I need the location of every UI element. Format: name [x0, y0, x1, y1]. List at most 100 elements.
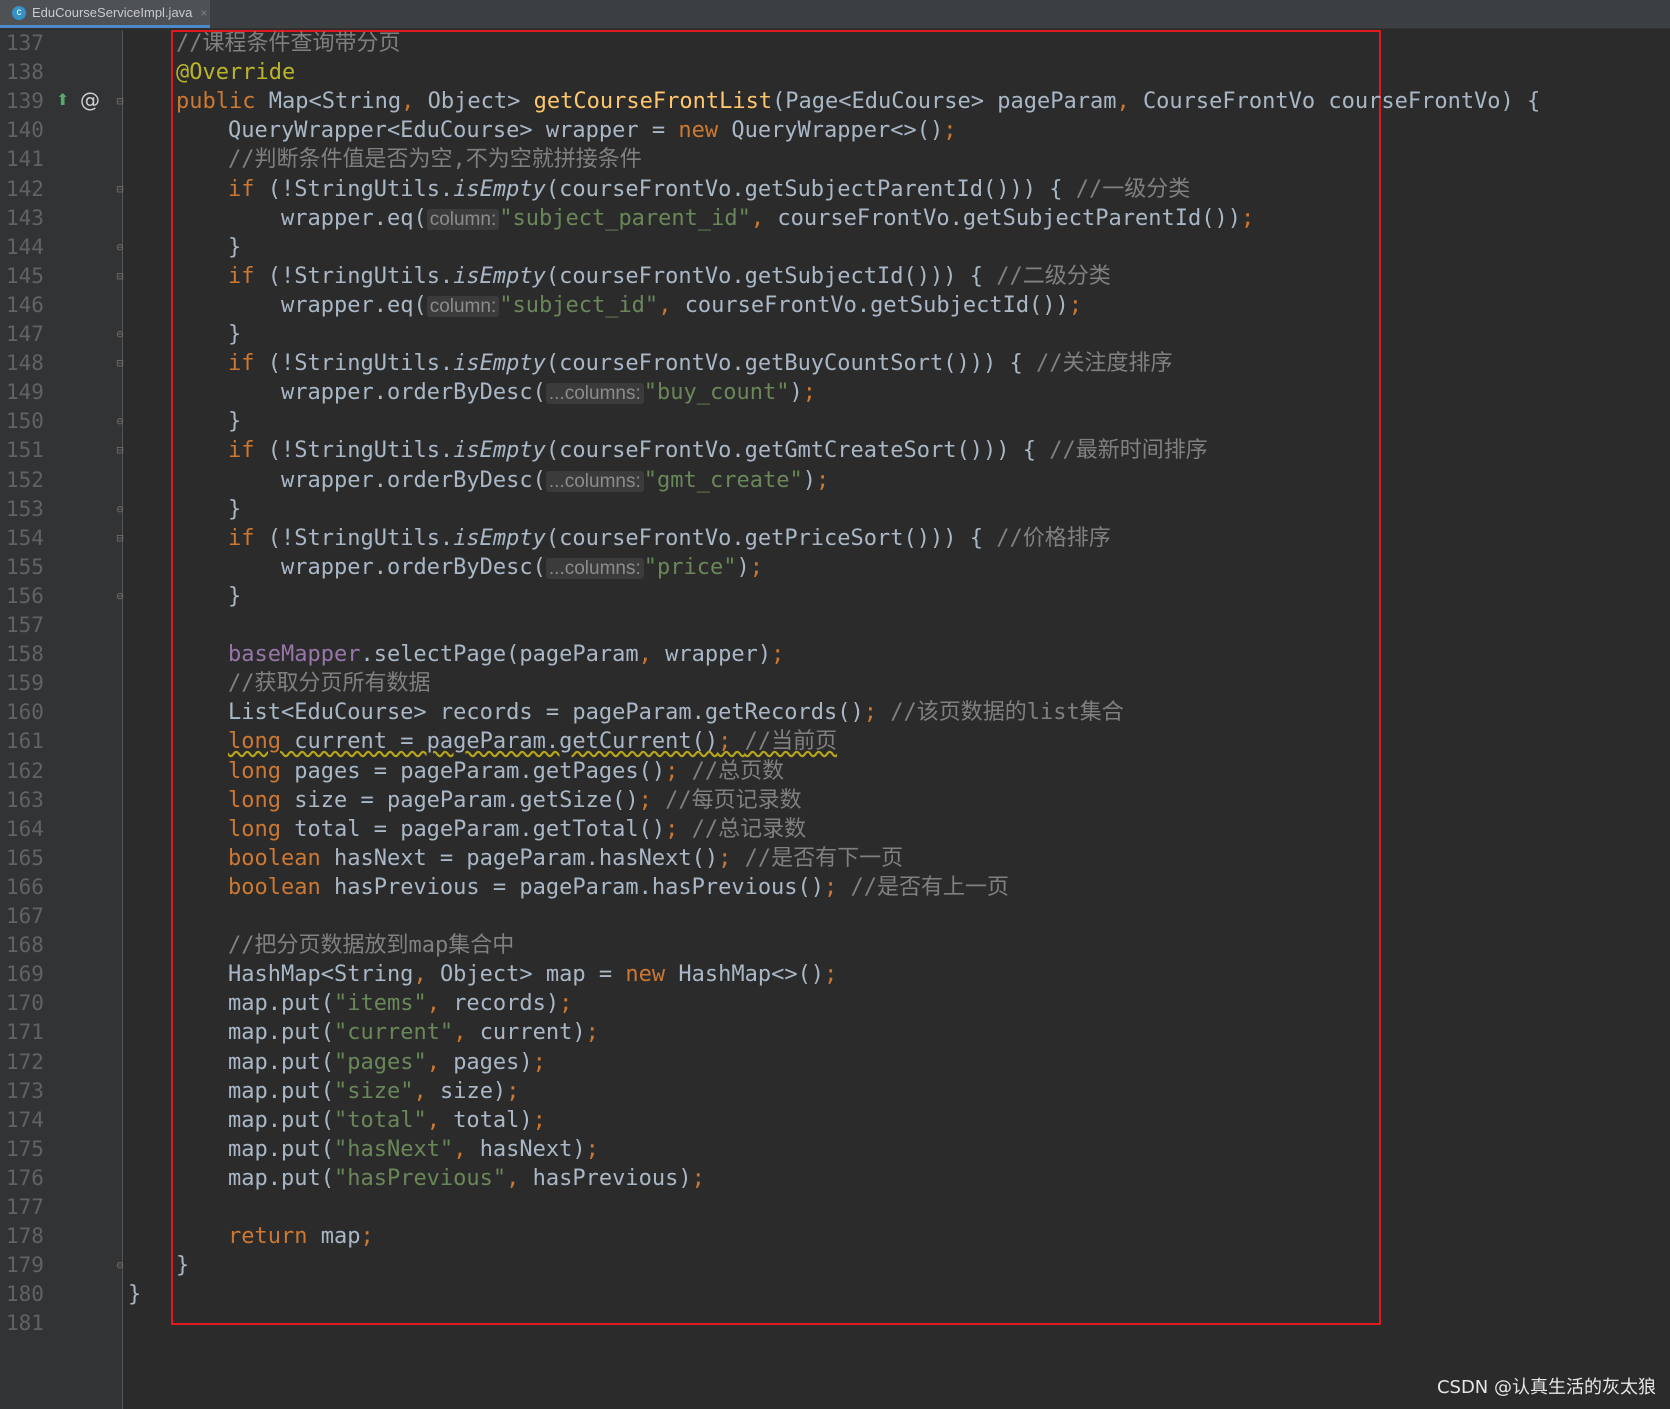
fold-close-icon[interactable]: ⊖	[113, 502, 127, 516]
code-token: long	[228, 787, 295, 813]
code-line[interactable]: QueryWrapper<EduCourse> wrapper = new Qu…	[228, 115, 957, 146]
code-token: HashMap<String	[228, 962, 414, 988]
code-line[interactable]: long total = pageParam.getTotal(); //总记录…	[228, 814, 806, 845]
code-token: courseFrontVo.getSubjectId())	[684, 292, 1069, 318]
line-number: 171	[6, 1020, 44, 1045]
code-token: (courseFrontVo.getSubjectId())) {	[545, 263, 997, 289]
code-token: pages)	[453, 1049, 533, 1075]
code-line[interactable]: List<EduCourse> records = pageParam.getR…	[228, 697, 1124, 728]
fold-open-icon[interactable]: ⊟	[113, 531, 127, 545]
fold-open-icon[interactable]: ⊟	[113, 94, 127, 108]
code-line[interactable]: wrapper.orderByDesc(...columns: "buy_coun…	[281, 377, 816, 408]
code-line[interactable]: boolean hasPrevious = pageParam.hasPrevi…	[228, 872, 1009, 903]
code-token: map.put(	[228, 1165, 334, 1191]
fold-open-icon[interactable]: ⊟	[113, 356, 127, 370]
code-token: "subject_parent_id"	[499, 205, 751, 231]
line-number: 168	[6, 933, 44, 958]
line-number: 149	[6, 380, 44, 405]
code-line[interactable]: //判断条件值是否为空,不为空就拼接条件	[228, 144, 642, 175]
code-line[interactable]: long pages = pageParam.getPages(); //总页数	[228, 756, 784, 787]
code-line[interactable]: if (!StringUtils.isEmpty(courseFrontVo.g…	[228, 523, 1111, 554]
code-line[interactable]: boolean hasNext = pageParam.hasNext(); /…	[228, 843, 903, 874]
code-token: map.put(	[228, 1107, 334, 1133]
fold-close-icon[interactable]: ⊖	[113, 1258, 127, 1272]
code-line[interactable]: @Override	[176, 57, 295, 88]
line-number: 173	[6, 1078, 44, 1103]
code-line[interactable]: if (!StringUtils.isEmpty(courseFrontVo.g…	[228, 348, 1172, 379]
java-class-icon: c	[12, 5, 26, 20]
code-token: long	[228, 729, 295, 755]
code-token: "current"	[333, 1020, 454, 1046]
code-line[interactable]: return map;	[228, 1221, 374, 1252]
line-number: 179	[6, 1253, 44, 1278]
code-line[interactable]: map.put("hasNext", hasNext);	[228, 1134, 599, 1165]
fold-open-icon[interactable]: ⊟	[113, 269, 127, 283]
code-token: ;	[749, 554, 763, 580]
code-token: }	[228, 234, 242, 260]
code-token: ;	[943, 118, 957, 144]
code-line[interactable]: if (!StringUtils.isEmpty(courseFrontVo.g…	[228, 435, 1208, 466]
fold-close-icon[interactable]: ⊖	[113, 589, 127, 603]
code-token: )	[736, 554, 750, 580]
code-line[interactable]: map.put("total", total);	[228, 1105, 546, 1136]
code-token: .selectPage(pageParam	[360, 642, 639, 668]
line-number: 139	[6, 89, 44, 114]
fold-open-icon[interactable]: ⊟	[113, 443, 127, 457]
line-number: 163	[6, 787, 44, 812]
code-token: "buy_count"	[643, 380, 790, 406]
code-line[interactable]: }	[228, 581, 241, 612]
code-line[interactable]: HashMap<String, Object> map = new HashMa…	[228, 959, 837, 990]
code-line[interactable]: public Map<String, Object> getCourseFron…	[176, 86, 1540, 117]
code-token: //是否有下一页	[744, 845, 904, 871]
file-tab[interactable]: c EduCourseServiceImpl.java ×	[0, 0, 210, 28]
code-token: //把分页数据放到map集合中	[228, 933, 515, 959]
code-line[interactable]: map.put("current", current);	[228, 1017, 599, 1048]
fold-open-icon[interactable]: ⊟	[113, 182, 127, 196]
code-line[interactable]: }	[228, 406, 241, 437]
code-token: isEmpty	[453, 525, 546, 551]
code-token: if	[228, 263, 268, 289]
close-tab-icon[interactable]: ×	[200, 6, 207, 20]
line-number: 147	[6, 322, 44, 346]
code-line[interactable]: }	[128, 1279, 141, 1310]
code-line[interactable]: //课程条件查询带分页	[176, 28, 401, 59]
code-line[interactable]: wrapper.eq(column: "subject_parent_id", c…	[281, 203, 1254, 234]
code-line[interactable]: baseMapper.selectPage(pageParam, wrapper…	[228, 639, 784, 670]
code-line[interactable]: map.put("pages", pages);	[228, 1047, 546, 1078]
code-line[interactable]: }	[228, 319, 241, 350]
fold-close-icon[interactable]: ⊖	[113, 414, 127, 428]
code-line[interactable]: if (!StringUtils.isEmpty(courseFrontVo.g…	[228, 261, 1111, 292]
override-up-arrow-icon[interactable]: ⬆	[56, 90, 69, 109]
line-number: 156	[6, 583, 44, 608]
code-token: courseFrontVo.getSubjectParentId())	[777, 205, 1241, 231]
line-number: 143	[6, 205, 44, 230]
code-token: ;	[815, 467, 830, 493]
code-line[interactable]: map.put("hasPrevious", hasPrevious);	[228, 1163, 705, 1194]
at-sign-icon[interactable]: @	[80, 88, 100, 112]
code-line[interactable]: map.put("size", size);	[228, 1076, 519, 1107]
code-token: (!StringUtils.	[267, 351, 454, 377]
code-token: public	[176, 89, 269, 115]
code-line[interactable]: //把分页数据放到map集合中	[228, 930, 514, 961]
fold-close-icon[interactable]: ⊖	[113, 327, 127, 341]
code-line[interactable]: map.put("items", records);	[228, 988, 572, 1019]
code-line[interactable]: long size = pageParam.getSize(); //每页记录数	[228, 785, 802, 816]
code-line[interactable]: }	[228, 494, 241, 525]
code-line[interactable]: //获取分页所有数据	[228, 668, 431, 699]
code-line[interactable]: wrapper.eq(column: "subject_id", courseFr…	[281, 290, 1082, 321]
line-number: 165	[6, 845, 44, 870]
code-token: )	[802, 467, 816, 493]
code-line[interactable]: }	[176, 1250, 189, 1281]
code-line[interactable]: }	[228, 232, 241, 263]
code-token: wrapper.orderByDesc(	[281, 380, 546, 406]
code-token: //最新时间排序	[1049, 438, 1208, 464]
code-line[interactable]: long current = pageParam.getCurrent(); /…	[228, 726, 837, 757]
code-line[interactable]: wrapper.orderByDesc(...columns: "gmt_crea…	[281, 465, 829, 496]
line-number: 162	[6, 758, 44, 783]
code-token: long	[228, 758, 295, 784]
code-token: map.put(	[228, 991, 334, 1017]
fold-close-icon[interactable]: ⊖	[113, 240, 127, 254]
code-line[interactable]: wrapper.orderByDesc(...columns: "price");	[281, 552, 763, 583]
line-number: 140	[6, 118, 44, 143]
code-line[interactable]: if (!StringUtils.isEmpty(courseFrontVo.g…	[228, 174, 1190, 205]
